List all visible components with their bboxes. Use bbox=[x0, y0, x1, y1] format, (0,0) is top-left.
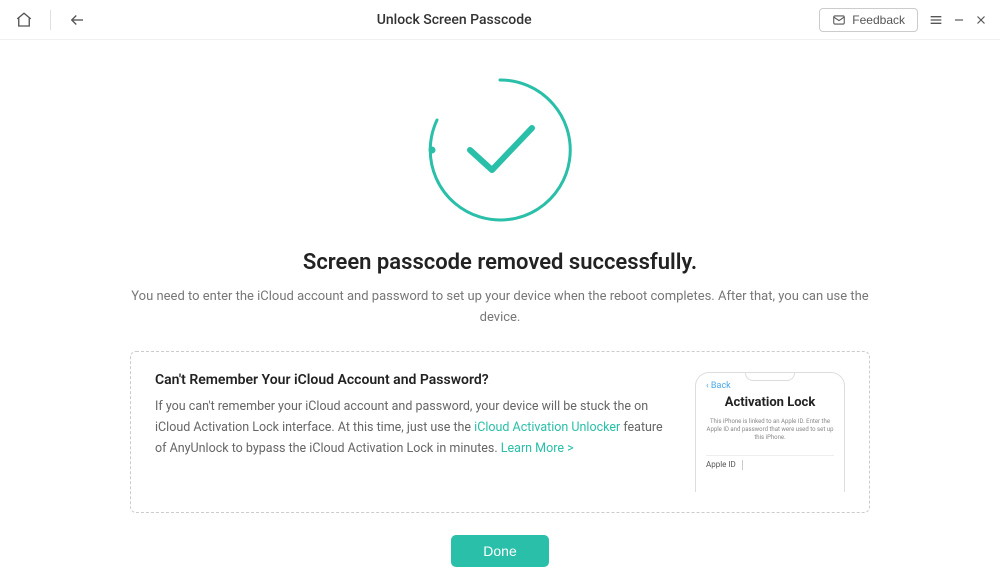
window-title: Unlock Screen Passcode bbox=[89, 12, 819, 28]
titlebar-right: Feedback bbox=[819, 8, 988, 32]
success-subtitle: You need to enter the iCloud account and… bbox=[130, 287, 870, 329]
mail-icon bbox=[832, 13, 846, 27]
close-icon[interactable] bbox=[974, 13, 988, 27]
menu-icon[interactable] bbox=[928, 12, 944, 28]
info-text: Can't Remember Your iCloud Account and P… bbox=[155, 372, 675, 492]
phone-notch bbox=[745, 373, 795, 381]
info-card-title: Can't Remember Your iCloud Account and P… bbox=[155, 372, 675, 388]
icloud-unlocker-link[interactable]: iCloud Activation Unlocker bbox=[474, 420, 620, 435]
phone-field: Apple ID bbox=[706, 455, 834, 470]
info-card-body: If you can't remember your iCloud accoun… bbox=[155, 396, 675, 460]
window-controls bbox=[928, 12, 988, 28]
back-icon[interactable] bbox=[65, 8, 89, 32]
divider bbox=[50, 10, 51, 30]
info-card: Can't Remember Your iCloud Account and P… bbox=[130, 351, 870, 513]
phone-field-cursor bbox=[742, 460, 743, 470]
feedback-label: Feedback bbox=[852, 13, 905, 27]
phone-field-label: Apple ID bbox=[706, 460, 736, 469]
success-title: Screen passcode removed successfully. bbox=[303, 250, 697, 275]
success-check-icon bbox=[420, 70, 580, 230]
main-content: Screen passcode removed successfully. Yo… bbox=[0, 40, 1000, 567]
feedback-button[interactable]: Feedback bbox=[819, 8, 918, 32]
phone-screen-title: Activation Lock bbox=[706, 395, 834, 410]
phone-screen-desc: This iPhone is linked to an Apple ID. En… bbox=[706, 418, 834, 443]
learn-more-link[interactable]: Learn More > bbox=[501, 441, 574, 456]
titlebar: Unlock Screen Passcode Feedback bbox=[0, 0, 1000, 40]
phone-back-label: ‹ Back bbox=[706, 381, 834, 391]
phone-illustration: ‹ Back Activation Lock This iPhone is li… bbox=[695, 372, 845, 492]
minimize-icon[interactable] bbox=[952, 13, 966, 27]
done-button[interactable]: Done bbox=[451, 535, 548, 567]
home-icon[interactable] bbox=[12, 8, 36, 32]
titlebar-left bbox=[12, 8, 89, 32]
